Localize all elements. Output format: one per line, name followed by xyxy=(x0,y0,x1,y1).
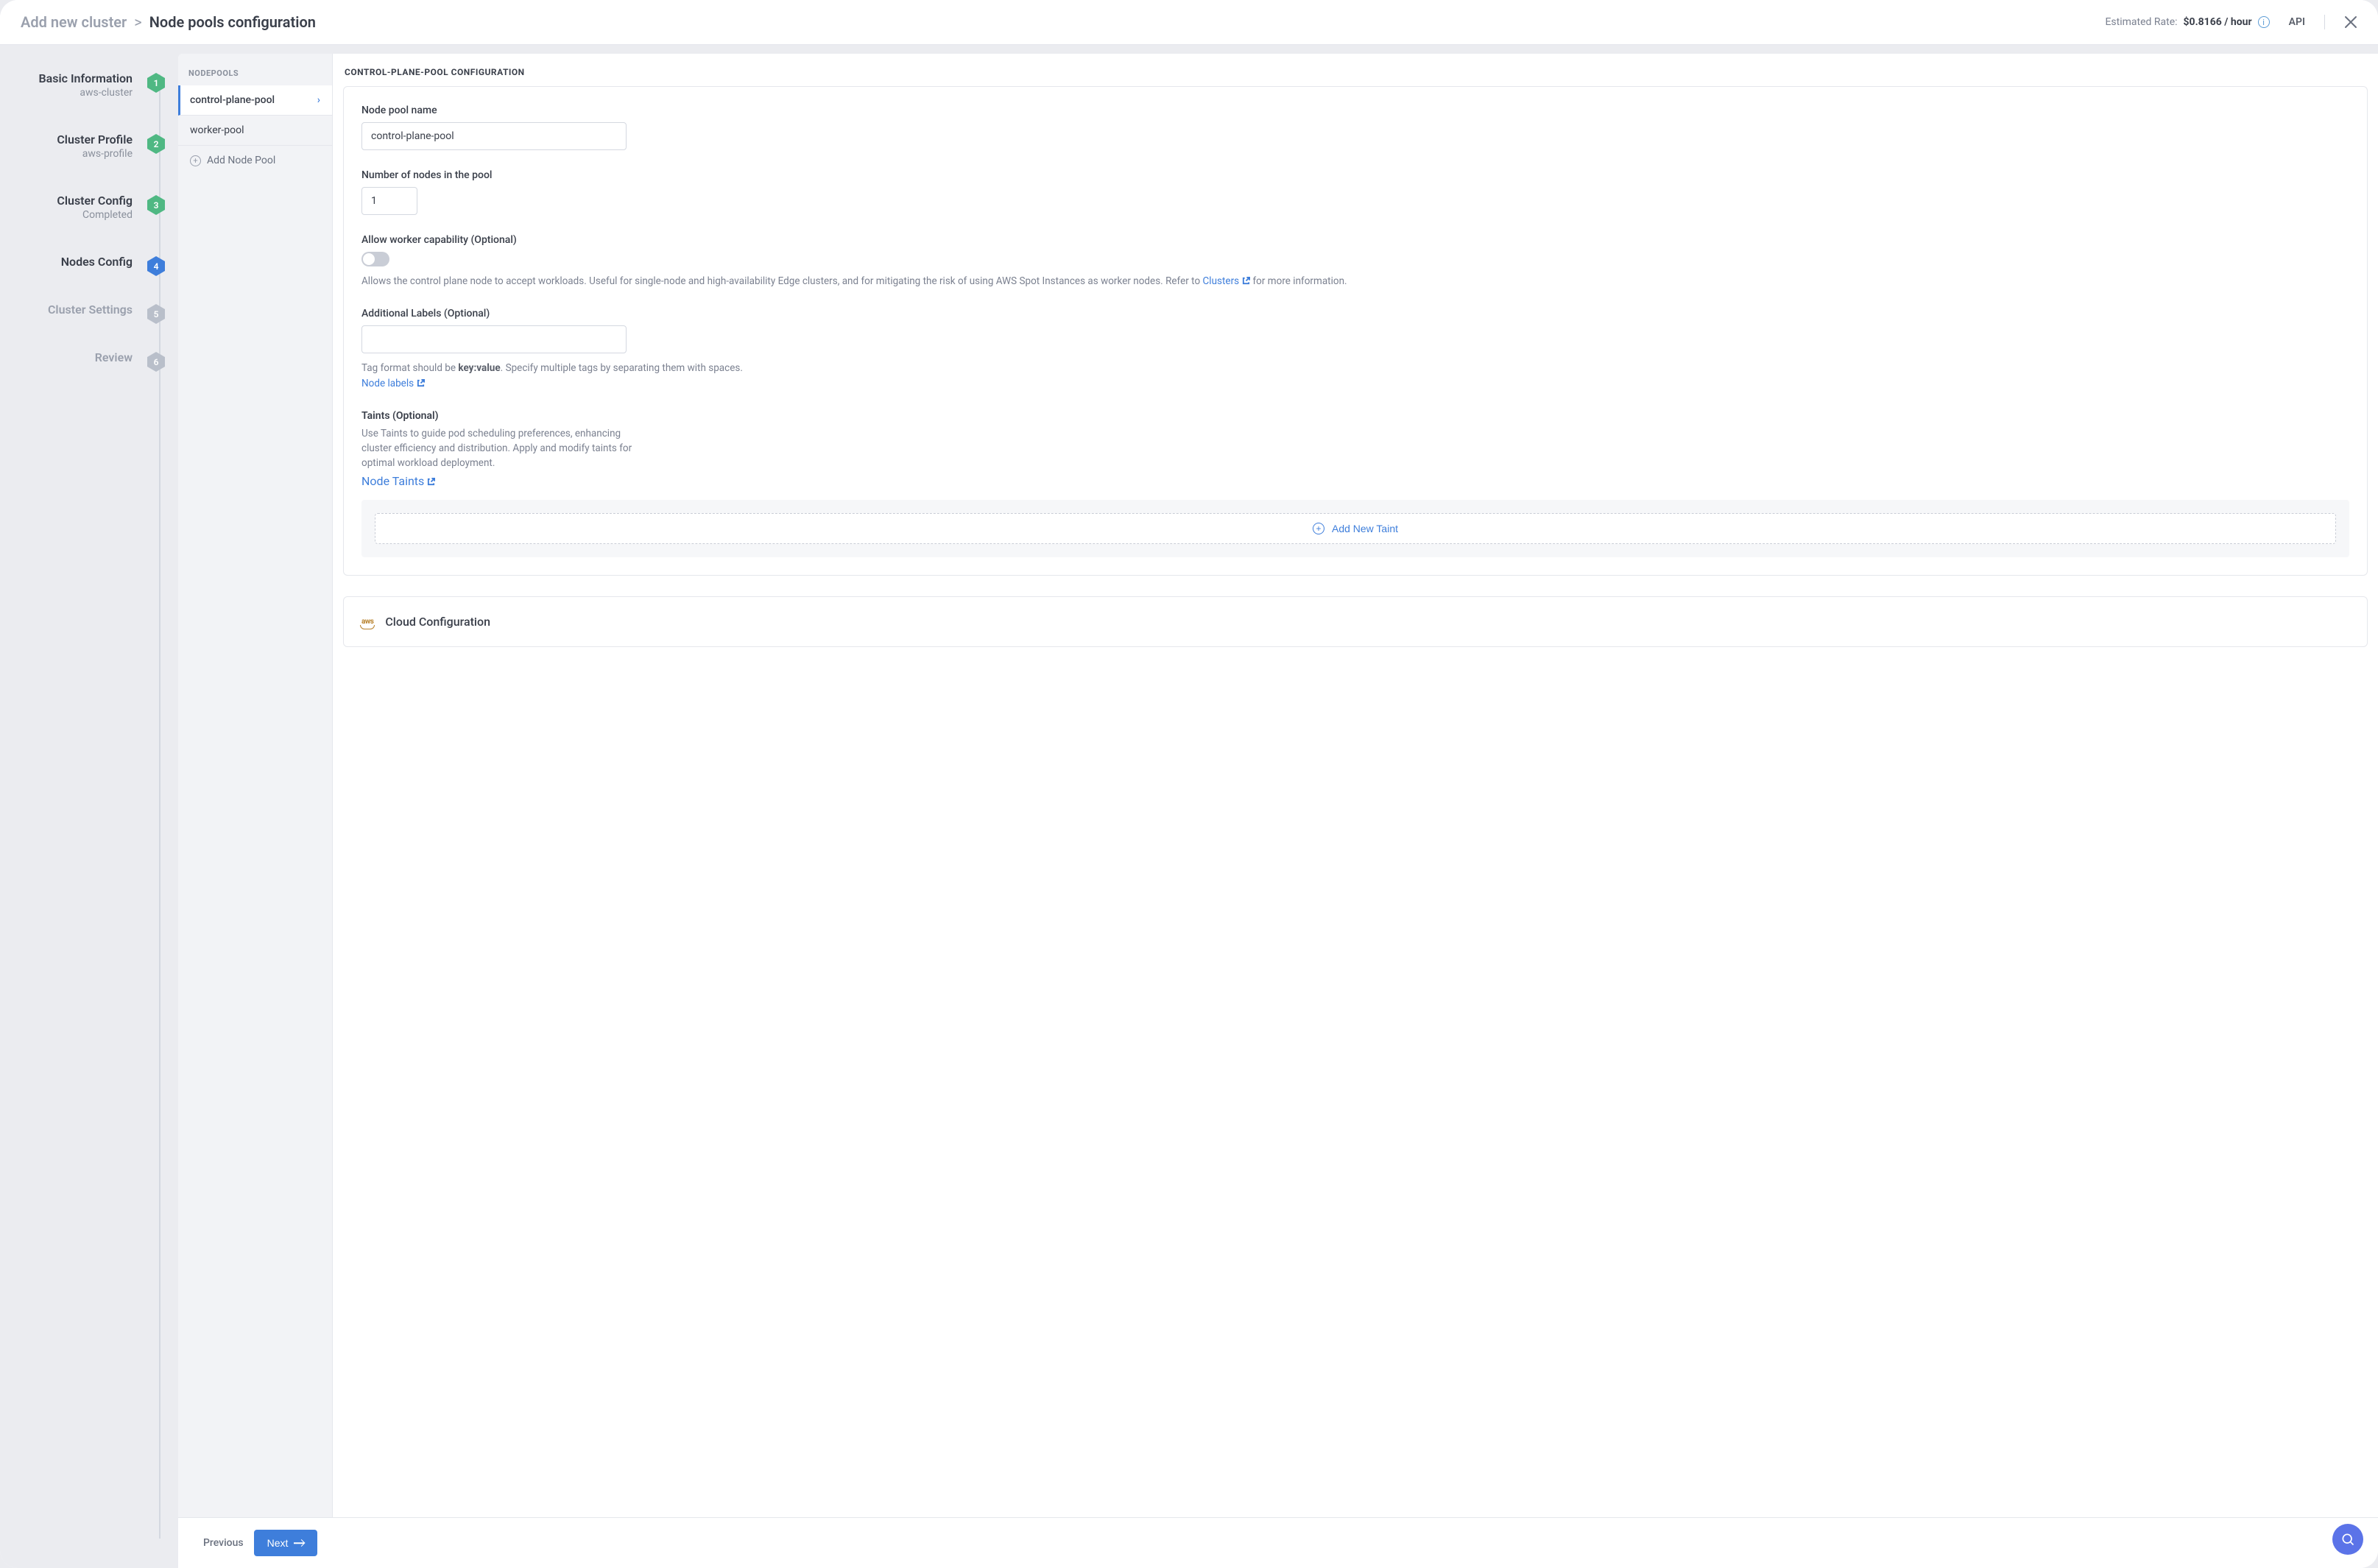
rate-label: Estimated Rate: xyxy=(2105,16,2177,28)
cloud-config-title: Cloud Configuration xyxy=(385,615,490,629)
api-button[interactable]: API xyxy=(2289,16,2305,28)
chevron-right-icon: › xyxy=(317,94,320,106)
nodepool-sidebar: NODEPOOLS control-plane-pool › worker-po… xyxy=(178,54,333,1568)
additional-labels-input[interactable] xyxy=(361,325,627,353)
step-subtitle: Completed xyxy=(57,209,133,221)
step-title: Cluster Config xyxy=(57,194,133,208)
step-title: Basic Information xyxy=(38,71,133,85)
step-cluster-settings[interactable]: Cluster Settings 5 xyxy=(7,303,171,317)
step-title: Cluster Profile xyxy=(57,133,133,146)
help-fab-button[interactable] xyxy=(2332,1524,2363,1555)
pool-name-input[interactable] xyxy=(361,122,627,150)
breadcrumb-parent[interactable]: Add new cluster xyxy=(21,13,127,31)
add-taint-button[interactable]: + Add New Taint xyxy=(375,513,2336,544)
info-icon[interactable]: i xyxy=(2258,16,2270,28)
nodepool-item-control-plane[interactable]: control-plane-pool › xyxy=(178,85,332,116)
nodes-count-label: Number of nodes in the pool xyxy=(361,169,2349,181)
step-subtitle: aws-cluster xyxy=(38,87,133,99)
external-link-icon xyxy=(417,377,425,385)
step-subtitle: aws-profile xyxy=(57,148,133,160)
step-badge: 2 xyxy=(147,134,165,154)
nodepool-item-label: worker-pool xyxy=(190,124,244,136)
step-badge: 1 xyxy=(147,73,165,93)
additional-labels-label: Additional Labels (Optional) xyxy=(361,308,2349,319)
additional-labels-help: Tag format should be key:value. Specify … xyxy=(361,361,2349,391)
nodes-count-input[interactable] xyxy=(361,187,417,215)
breadcrumb-separator: > xyxy=(134,13,141,31)
step-badge: 6 xyxy=(147,352,165,372)
step-cluster-config[interactable]: Cluster Config Completed 3 xyxy=(7,194,171,221)
plus-circle-icon: + xyxy=(1313,523,1324,534)
step-title: Cluster Settings xyxy=(48,303,133,317)
breadcrumb-current: Node pools configuration xyxy=(149,13,316,31)
worker-capability-label: Allow worker capability (Optional) xyxy=(361,234,2349,246)
form-title: CONTROL-PLANE-POOL CONFIGURATION xyxy=(343,67,2368,86)
nodepool-item-worker[interactable]: worker-pool xyxy=(178,116,332,146)
close-icon[interactable] xyxy=(2344,15,2357,29)
rate-value: $0.8166 / hour xyxy=(2184,16,2252,28)
node-taints-link[interactable]: Node Taints xyxy=(361,474,435,488)
nodepool-item-label: control-plane-pool xyxy=(190,94,275,106)
estimated-rate: Estimated Rate: $0.8166 / hour i xyxy=(2105,16,2269,28)
arrow-right-icon xyxy=(294,1539,304,1547)
node-labels-link[interactable]: Node labels xyxy=(361,378,425,389)
wizard-stepper: Basic Information aws-cluster 1 Cluster … xyxy=(0,45,178,1568)
add-taint-label: Add New Taint xyxy=(1332,523,1398,534)
worker-capability-toggle[interactable] xyxy=(361,252,389,266)
taints-label: Taints (Optional) xyxy=(361,410,2349,422)
wizard-footer: Previous Next xyxy=(178,1517,2378,1568)
previous-button[interactable]: Previous xyxy=(203,1537,244,1549)
step-nodes-config[interactable]: Nodes Config 4 xyxy=(7,255,171,269)
step-review[interactable]: Review 6 xyxy=(7,350,171,364)
worker-capability-help: Allows the control plane node to accept … xyxy=(361,274,2349,289)
external-link-icon xyxy=(427,475,435,483)
step-title: Review xyxy=(95,350,133,364)
taints-help: Use Taints to guide pod scheduling prefe… xyxy=(361,426,641,471)
breadcrumb: Add new cluster > Node pools configurati… xyxy=(21,13,316,31)
step-badge: 5 xyxy=(147,304,165,324)
plus-circle-icon: + xyxy=(190,155,201,166)
add-node-pool-button[interactable]: + Add Node Pool xyxy=(178,146,332,175)
pool-name-label: Node pool name xyxy=(361,105,2349,116)
nodepool-header: NODEPOOLS xyxy=(178,61,332,85)
step-badge: 4 xyxy=(147,256,165,276)
step-title: Nodes Config xyxy=(61,255,133,269)
step-cluster-profile[interactable]: Cluster Profile aws-profile 2 xyxy=(7,133,171,160)
next-button[interactable]: Next xyxy=(254,1530,318,1556)
aws-icon: aws xyxy=(361,618,373,626)
clusters-link[interactable]: Clusters xyxy=(1203,275,1251,287)
pool-config-card: Node pool name Number of nodes in the po… xyxy=(343,86,2368,576)
taints-container: + Add New Taint xyxy=(361,500,2349,557)
next-button-label: Next xyxy=(267,1537,289,1549)
step-basic-information[interactable]: Basic Information aws-cluster 1 xyxy=(7,71,171,99)
external-link-icon xyxy=(1242,275,1250,283)
step-badge: 3 xyxy=(147,195,165,215)
divider xyxy=(2324,15,2325,29)
cloud-config-card: aws Cloud Configuration xyxy=(343,596,2368,647)
add-node-pool-label: Add Node Pool xyxy=(207,155,275,166)
